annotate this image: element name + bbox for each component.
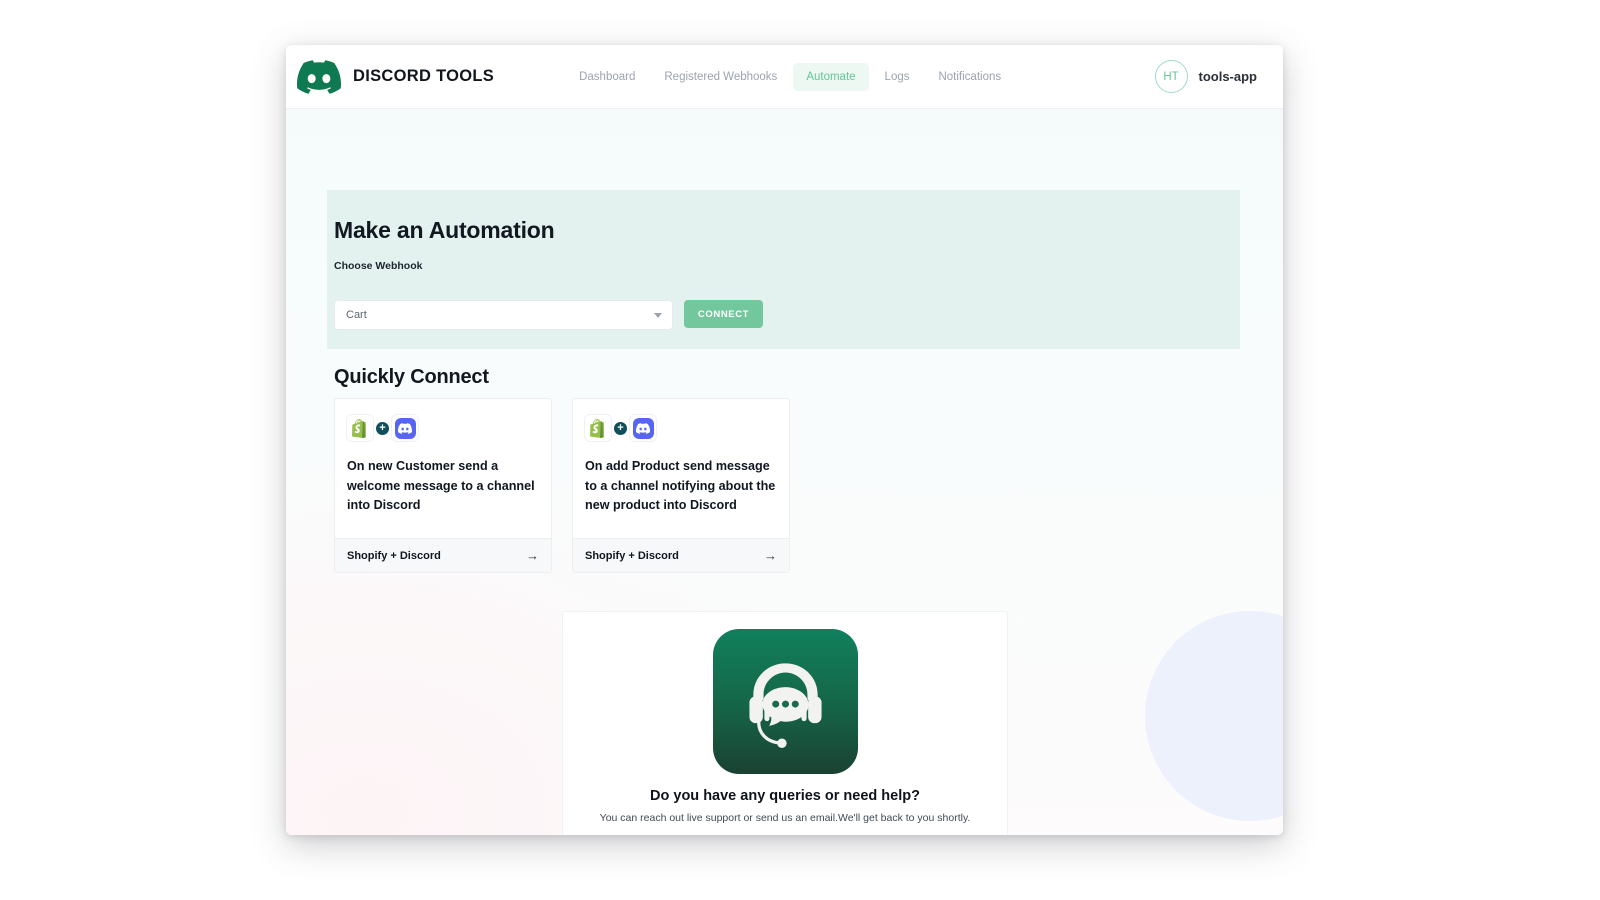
nav-item-notifications[interactable]: Notifications [925, 63, 1014, 91]
quickly-connect-cards: + On new Customer send a welcome message… [334, 398, 790, 573]
automation-card[interactable]: + On new Customer send a welcome message… [334, 398, 552, 573]
shopify-icon [347, 415, 373, 441]
headset-support-icon [713, 629, 858, 774]
card-title: On new Customer send a welcome message t… [347, 457, 539, 516]
user-menu[interactable]: HT tools-app [1155, 60, 1258, 93]
discord-logo-icon [297, 55, 341, 99]
top-navigation-bar: DISCORD TOOLS Dashboard Registered Webho… [286, 45, 1283, 109]
main-nav: Dashboard Registered Webhooks Automate L… [566, 63, 1014, 91]
card-footer-label: Shopify + Discord [347, 550, 441, 562]
card-footer[interactable]: Shopify + Discord → [335, 538, 551, 572]
avatar: HT [1155, 60, 1188, 93]
arrow-right-icon: → [526, 548, 539, 563]
shopify-icon [585, 415, 611, 441]
nav-item-logs[interactable]: Logs [872, 63, 923, 91]
user-name: tools-app [1199, 69, 1258, 84]
card-body: + On add Product send message to a chann… [573, 399, 789, 538]
nav-item-dashboard[interactable]: Dashboard [566, 63, 648, 91]
integration-icons: + [585, 415, 777, 441]
integration-icons: + [347, 415, 539, 441]
support-heading: Do you have any queries or need help? [650, 788, 920, 804]
discord-icon [392, 415, 418, 441]
make-automation-banner: Make an Automation Choose Webhook Cart C… [327, 190, 1240, 349]
screenshot-root: DISCORD TOOLS Dashboard Registered Webho… [0, 0, 1600, 900]
arrow-right-icon: → [764, 548, 777, 563]
webhook-select[interactable]: Cart [334, 300, 673, 330]
support-card: Do you have any queries or need help? Yo… [562, 611, 1008, 835]
webhook-select-value: Cart [346, 309, 367, 321]
chevron-down-icon [654, 313, 662, 318]
card-title: On add Product send message to a channel… [585, 457, 777, 516]
browser-window: DISCORD TOOLS Dashboard Registered Webho… [286, 45, 1283, 835]
card-footer[interactable]: Shopify + Discord → [573, 538, 789, 572]
nav-item-automate[interactable]: Automate [793, 63, 868, 91]
connect-button[interactable]: CONNECT [684, 300, 763, 328]
automation-card[interactable]: + On add Product send message to a chann… [572, 398, 790, 573]
page-title: Make an Automation [334, 217, 554, 244]
plus-icon: + [376, 422, 389, 435]
section-title-quickly-connect: Quickly Connect [334, 366, 489, 389]
brand[interactable]: DISCORD TOOLS [297, 55, 494, 99]
discord-icon [630, 415, 656, 441]
page-content: Make an Automation Choose Webhook Cart C… [286, 108, 1283, 835]
brand-name: DISCORD TOOLS [353, 67, 494, 86]
nav-item-registered-webhooks[interactable]: Registered Webhooks [651, 63, 790, 91]
plus-icon: + [614, 422, 627, 435]
choose-webhook-label: Choose Webhook [334, 260, 422, 272]
card-footer-label: Shopify + Discord [585, 550, 679, 562]
card-body: + On new Customer send a welcome message… [335, 399, 551, 538]
support-subtext: You can reach out live support or send u… [600, 812, 971, 824]
